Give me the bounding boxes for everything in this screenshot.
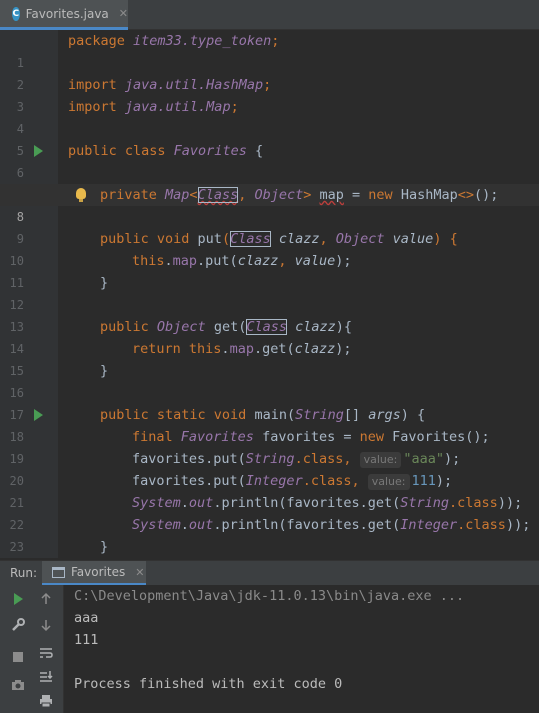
code-line: 17 — [0, 382, 539, 422]
code-line: 7 — [0, 162, 539, 202]
code-line: 1 package item33.type_token; — [0, 30, 539, 70]
code-line: 19 final Favorites favorites = new Favor… — [0, 426, 539, 466]
scroll-to-end-icon[interactable] — [38, 669, 54, 685]
wrench-icon[interactable] — [10, 617, 26, 633]
close-icon[interactable]: ✕ — [119, 7, 128, 20]
console-output[interactable]: C:\Development\Java\jdk-11.0.13\bin\java… — [64, 585, 539, 713]
stop-icon[interactable] — [10, 649, 26, 665]
code-line: 11 this.map.put(clazz, value); — [0, 250, 539, 290]
run-tab-label: Favorites — [71, 565, 126, 579]
rerun-icon[interactable] — [10, 591, 26, 607]
run-toolbar — [0, 585, 64, 713]
run-panel-header: Run: Favorites ✕ — [0, 560, 539, 586]
parameter-hint: value: — [359, 452, 402, 468]
code-line: 23 System.out.println(favorites.get(Inte… — [0, 514, 539, 554]
tab-favorites-java[interactable]: C Favorites.java ✕ — [0, 0, 128, 30]
code-line: 21 favorites.put(Integer.class, value: 11… — [0, 470, 539, 510]
code-line: 20 favorites.put(String.class, value: "aa… — [0, 448, 539, 488]
code-line: 22 System.out.println(favorites.get(Stri… — [0, 492, 539, 532]
code-line: 10 public void put(Class clazz, Object v… — [0, 228, 539, 268]
code-line-current: 8 private Map<Class, Object> map = new H… — [0, 184, 539, 224]
code-line: 16 } — [0, 360, 539, 400]
arrow-down-icon[interactable] — [38, 617, 54, 633]
lightbulb-icon[interactable] — [76, 188, 86, 202]
editor-tab-bar: C Favorites.java ✕ — [0, 0, 539, 30]
run-gutter-icon[interactable] — [34, 409, 43, 421]
print-icon[interactable] — [38, 693, 54, 709]
console-output-line: 111 — [74, 632, 99, 648]
close-icon[interactable]: ✕ — [135, 566, 144, 579]
camera-icon[interactable] — [10, 677, 26, 693]
tab-label: Favorites.java — [25, 6, 109, 21]
code-line: 9 — [0, 206, 539, 246]
run-gutter-icon[interactable] — [34, 145, 43, 157]
code-line: 12 } — [0, 272, 539, 312]
code-line: 3 import java.util.HashMap; — [0, 74, 539, 114]
code-line: 4 import java.util.Map; — [0, 96, 539, 136]
code-editor[interactable]: 1 package item33.type_token; 2 3 import … — [0, 30, 539, 558]
run-label: Run: — [10, 566, 38, 580]
soft-wrap-icon[interactable] — [38, 645, 54, 661]
code-line: 14 public Object get(Class clazz){ — [0, 316, 539, 356]
console-icon — [52, 566, 65, 578]
code-line: 18 public static void main(String[] args… — [0, 404, 539, 444]
arrow-up-icon[interactable] — [38, 591, 54, 607]
code-line: 5 — [0, 118, 539, 158]
parameter-hint: value: — [367, 474, 410, 490]
java-class-icon: C — [12, 6, 20, 21]
console-exit-line: Process finished with exit code 0 — [74, 676, 343, 692]
code-line: 24 } — [100, 539, 109, 555]
run-tab-favorites[interactable]: Favorites ✕ — [42, 561, 146, 586]
code-line: 6 public class Favorites { — [0, 140, 539, 180]
console-output-line: aaa — [74, 610, 99, 626]
console-command-line: C:\Development\Java\jdk-11.0.13\bin\java… — [74, 588, 465, 604]
code-line: 2 — [0, 52, 539, 92]
code-line: 15 return this.map.get(clazz); — [0, 338, 539, 378]
code-line: 13 — [0, 294, 539, 334]
